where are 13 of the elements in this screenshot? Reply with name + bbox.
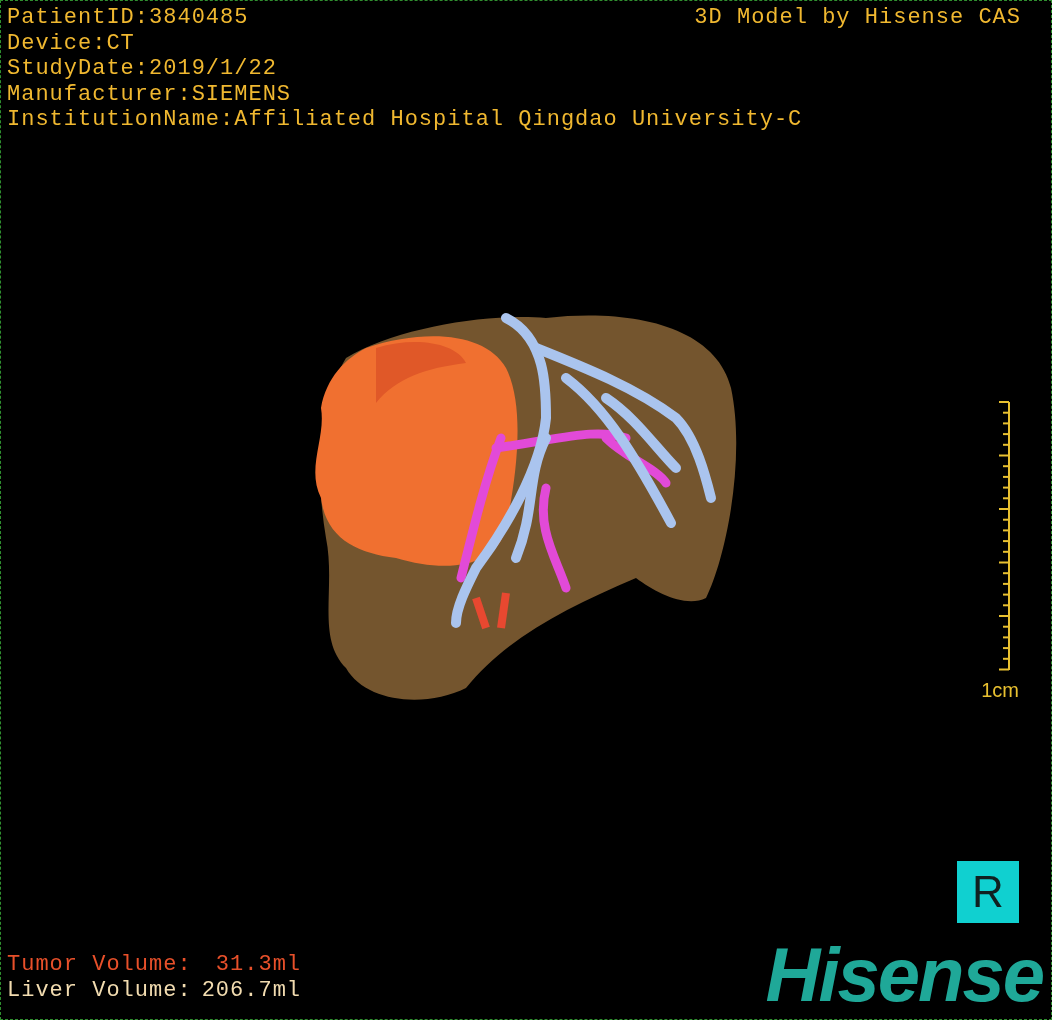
volume-value: 31.3ml [214, 952, 302, 978]
study-info-line: InstitutionName:Affiliated Hospital Qingdao University-C [7, 107, 803, 133]
study-info-line: Manufacturer:SIEMENS [7, 81, 292, 107]
study-info-line: PatientID:3840485 [7, 5, 249, 31]
scale-label: 1cm [981, 678, 1019, 702]
model-credit: 3D Model by Hisense CAS [694, 5, 1021, 31]
volume-label: Liver Volume: [7, 977, 192, 1003]
orientation-marker: R [957, 861, 1019, 923]
study-info-line: Device:CT [7, 30, 135, 56]
study-info-line: StudyDate:2019/1/22 [7, 56, 277, 82]
brand-logo: Hisense [765, 937, 1043, 1013]
volume-label: Tumor Volume: [7, 952, 192, 978]
volume-value: 206.7ml [201, 977, 302, 1003]
